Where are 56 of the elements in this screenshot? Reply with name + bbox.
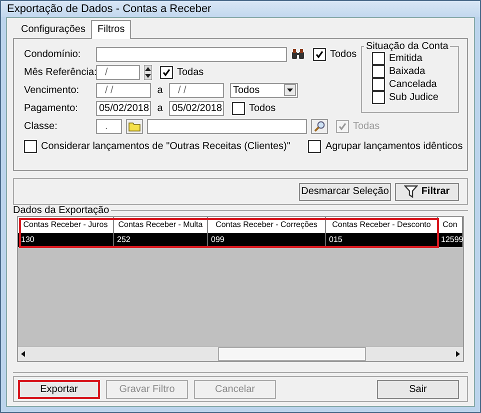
action-button[interactable]: Desmarcar Seleção (299, 182, 391, 200)
checkbox-label: Cancelada (389, 79, 437, 90)
checkbox[interactable] (372, 52, 385, 65)
range-separator: a (156, 84, 164, 96)
class-code-field[interactable]: . (96, 118, 122, 134)
field-label: Pagamento: (24, 102, 79, 114)
table-cell: 015 (326, 233, 438, 247)
checkbox-label: Todos (330, 48, 357, 60)
status-dropdown[interactable]: Todos (230, 82, 298, 98)
checkbox-label: Baixada (389, 66, 426, 77)
class-name-field[interactable] (147, 118, 307, 134)
checkbox-label: Todos (249, 102, 276, 114)
month-field[interactable]: / (96, 64, 140, 80)
table-cell: 130 (18, 233, 114, 247)
group-title: Dados da Exportação (12, 205, 110, 216)
checkbox[interactable] (160, 66, 173, 78)
tab[interactable]: Filtros (91, 20, 131, 39)
checkbox[interactable] (232, 102, 245, 114)
date-field[interactable]: 05/02/2018 (169, 100, 224, 116)
window-title: Exportação de Dados - Contas a Receber (7, 3, 212, 15)
checkbox[interactable] (372, 91, 385, 104)
date-field[interactable]: / / (169, 82, 224, 98)
checkbox[interactable] (372, 65, 385, 78)
range-separator: a (156, 102, 164, 114)
field-label: Classe: (24, 120, 58, 132)
dialog-button[interactable]: Exportar (18, 380, 100, 398)
checkbox[interactable] (372, 78, 385, 91)
checkbox-label: Agrupar lançamentos idênticos (325, 141, 463, 152)
dialog-button[interactable]: Sair (377, 380, 459, 398)
binoculars-icon[interactable] (291, 48, 305, 60)
checkbox[interactable] (313, 48, 326, 60)
checkbox[interactable] (308, 140, 322, 153)
condominio-field[interactable] (96, 46, 287, 62)
filter-icon (404, 185, 418, 198)
checkbox-label: Emitida (389, 53, 422, 64)
search-icon[interactable] (311, 118, 328, 134)
table-cell: 099 (208, 233, 326, 247)
checkbox-label: Todas (353, 120, 380, 132)
tab[interactable]: Configurações (15, 20, 92, 38)
checkbox[interactable] (24, 140, 37, 153)
field-label: Vencimento: (24, 84, 80, 96)
scrollbar-thumb[interactable] (218, 347, 366, 361)
horizontal-scrollbar[interactable] (18, 346, 463, 361)
table-cell: 12599 (438, 233, 463, 247)
checkbox-label: Considerar lançamentos de "Outras Receitas (Clientes)" (41, 141, 290, 152)
action-button[interactable]: Filtrar (395, 182, 459, 200)
spinner-icon[interactable] (144, 64, 152, 80)
group-title: Situação da Conta (365, 41, 450, 52)
checkbox-label: Sub Judice (389, 92, 438, 103)
date-field[interactable]: / / (96, 82, 151, 98)
field-label: Condomínio: (24, 48, 82, 60)
table-cell: 252 (114, 233, 208, 247)
checkbox-label: Todas (177, 66, 204, 78)
date-field[interactable]: 05/02/2018 (96, 100, 151, 116)
table-row[interactable]: 130 252 099 015 12599 (18, 233, 463, 247)
folder-icon[interactable] (126, 118, 143, 134)
